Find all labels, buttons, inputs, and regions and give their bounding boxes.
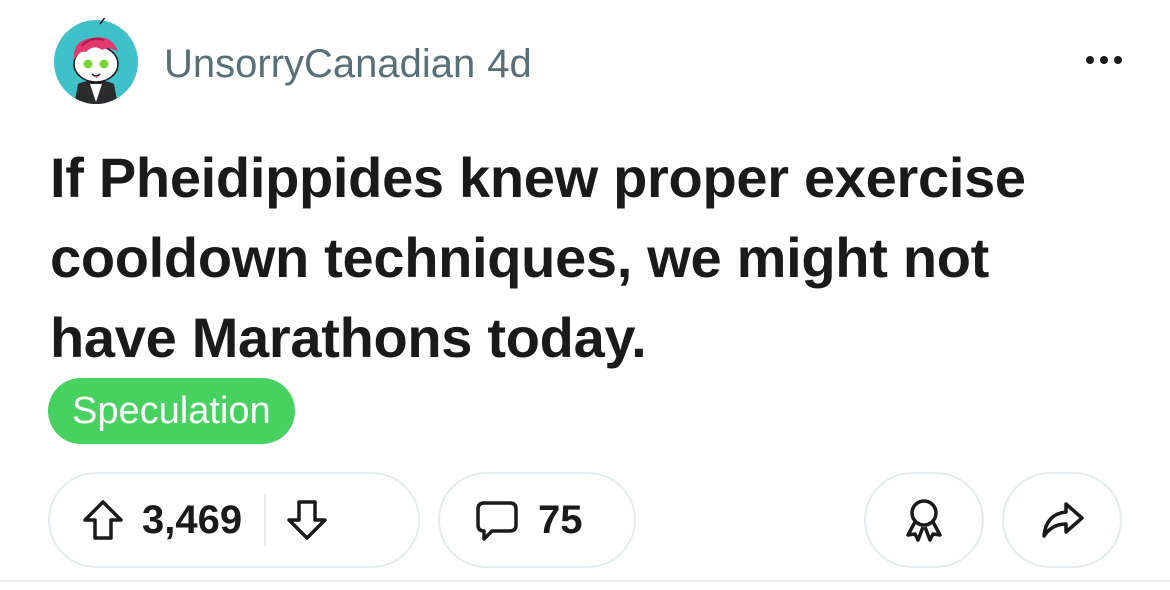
- share-arrow-icon: [1042, 502, 1084, 538]
- downvote-button[interactable]: [284, 497, 330, 543]
- comment-count: 75: [538, 497, 583, 542]
- post-title[interactable]: If Pheidippides knew proper exercise coo…: [50, 138, 1110, 378]
- downvote-arrow-icon: [287, 500, 327, 540]
- flair-badge[interactable]: Speculation: [48, 378, 295, 444]
- comments-button[interactable]: 75: [438, 472, 636, 568]
- award-button[interactable]: [864, 472, 984, 568]
- post-divider: [0, 580, 1170, 582]
- vote-bar: 3,469: [48, 472, 420, 568]
- post-age: 4d: [487, 42, 532, 86]
- avatar-snoo-icon[interactable]: [52, 15, 140, 106]
- vote-divider: [264, 494, 267, 546]
- more-options-icon[interactable]: [1078, 46, 1130, 74]
- upvote-arrow-icon: [83, 500, 123, 540]
- upvote-button[interactable]: [80, 497, 126, 543]
- comment-bubble-icon: [474, 497, 520, 543]
- award-icon: [906, 499, 942, 542]
- vote-score: 3,469: [142, 497, 243, 542]
- share-button[interactable]: [1002, 472, 1122, 568]
- post-header: UnsorryCanadian 4d: [52, 15, 1130, 108]
- author-username[interactable]: UnsorryCanadian: [164, 42, 475, 86]
- post-meta: UnsorryCanadian 4d: [164, 42, 532, 86]
